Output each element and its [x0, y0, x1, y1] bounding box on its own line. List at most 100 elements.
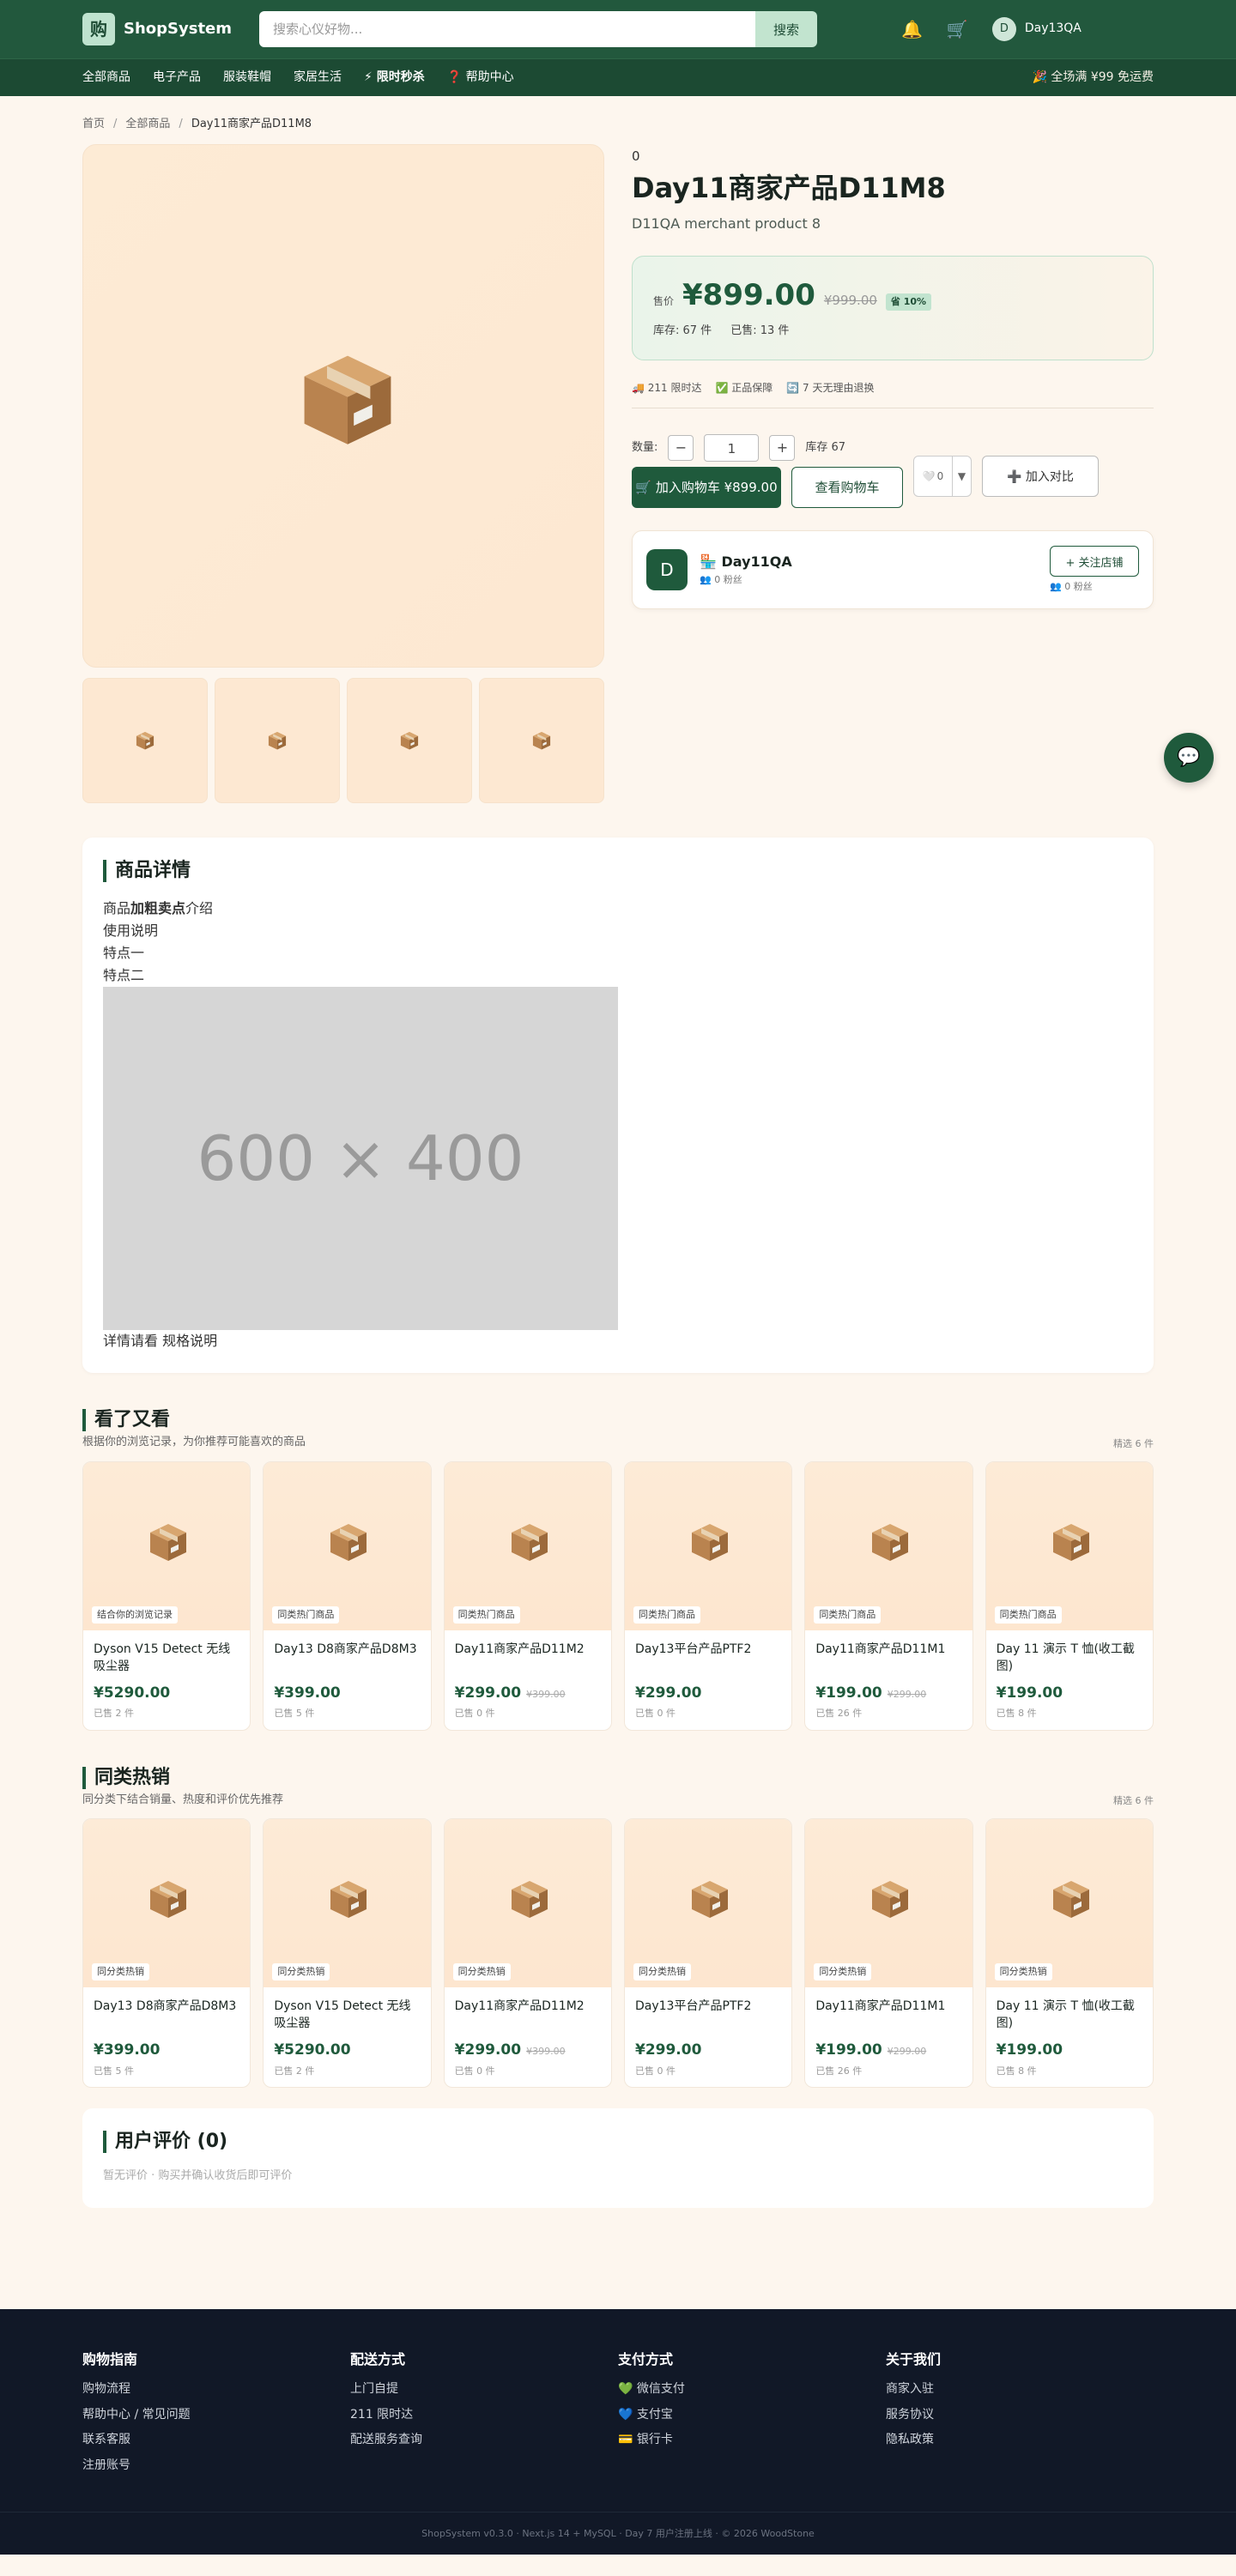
- bell-icon[interactable]: 🔔: [901, 17, 923, 41]
- product-card[interactable]: 同类热门商品 Day11商家产品D11M2 ¥299.00 ¥399.00 已售 0 件: [443, 1460, 612, 1731]
- product-card-price: ¥199.00: [996, 2041, 1063, 2059]
- product-card-image[interactable]: 同类热门商品: [444, 1461, 611, 1630]
- package-icon: [511, 1523, 548, 1561]
- thumbnail[interactable]: [82, 678, 208, 803]
- product-card[interactable]: 同类热门商品 Day 11 演示 T 恤(收工截图) ¥199.00 已售 8 件: [985, 1460, 1154, 1731]
- product-card-name[interactable]: Day13平台产品PTF2: [635, 1998, 781, 2032]
- footer-link[interactable]: 隐私政策: [886, 2432, 1154, 2449]
- product-card-image[interactable]: 同分类热销: [264, 1818, 431, 1987]
- product-card-image[interactable]: 同分类热销: [83, 1818, 251, 1987]
- product-card-image[interactable]: 同分类热销: [805, 1818, 972, 1987]
- nav-item-flash-sale[interactable]: ⚡ 限时秒杀: [364, 70, 425, 87]
- product-card-name[interactable]: Day13平台产品PTF2: [635, 1641, 781, 1675]
- package-icon: [872, 1880, 909, 1918]
- thumbnail[interactable]: [215, 678, 340, 803]
- product-card[interactable]: 同分类热销 Dyson V15 Detect 无线吸尘器 ¥5290.00 已售 2 …: [263, 1817, 432, 2088]
- cart-icon[interactable]: 🛒: [947, 17, 968, 41]
- product-card-name[interactable]: Dyson V15 Detect 无线吸尘器: [94, 1641, 239, 1675]
- search-input[interactable]: [259, 11, 756, 47]
- product-card-badge: 同类热门商品: [452, 1606, 520, 1624]
- product-card-image[interactable]: 同分类热销: [444, 1818, 611, 1987]
- footer-link[interactable]: 购物流程: [82, 2381, 350, 2398]
- top-header: 购 ShopSystem 搜索 🔔 🛒 D Day13QA 全部商品 电子产品 …: [0, 0, 1236, 96]
- qty-minus-button[interactable]: −: [668, 434, 694, 461]
- nav-item-home[interactable]: 家居生活: [294, 70, 342, 87]
- footer-link[interactable]: 商家入驻: [886, 2381, 1154, 2398]
- breadcrumb-all[interactable]: 全部商品: [125, 118, 170, 130]
- product-card[interactable]: 同分类热销 Day11商家产品D11M1 ¥199.00 ¥299.00 已售 26 件: [804, 1817, 973, 2088]
- product-card-image[interactable]: 同类热门商品: [264, 1461, 431, 1630]
- detail-body: 商品加粗卖点介绍 使用说明 特点一 特点二: [103, 898, 1133, 987]
- product-card-image[interactable]: 同类热门商品: [624, 1461, 792, 1630]
- footer-link[interactable]: 帮助中心 / 常见问题: [82, 2407, 350, 2424]
- package-icon: [304, 355, 391, 444]
- shop-name[interactable]: 🏪 Day11QA: [700, 553, 792, 571]
- product-card[interactable]: 同类热门商品 Day13平台产品PTF2 ¥299.00 已售 0 件: [623, 1460, 793, 1731]
- product-card-badge: 同分类热销: [272, 1963, 330, 1980]
- footer-link[interactable]: 💳 银行卡: [618, 2432, 886, 2449]
- product-card[interactable]: 同分类热销 Day13平台产品PTF2 ¥299.00 已售 0 件: [623, 1817, 793, 2088]
- product-keyword: 0: [632, 148, 640, 164]
- product-card-image[interactable]: 结合你的浏览记录: [83, 1461, 251, 1630]
- product-card[interactable]: 同分类热销 Day11商家产品D11M2 ¥299.00 ¥399.00 已售 0 件: [443, 1817, 612, 2088]
- favorite-button[interactable]: 🤍 0: [913, 455, 953, 497]
- service-tags: 🚚 211 限时达 ✅ 正品保障 🔄 7 天无理由退换: [632, 381, 1154, 396]
- footer-link[interactable]: 211 限时达: [350, 2407, 618, 2424]
- qty-input[interactable]: 1: [704, 433, 760, 462]
- favorite-dropdown-icon[interactable]: ▼: [953, 455, 972, 497]
- product-card-name[interactable]: Day13 D8商家产品D8M3: [94, 1998, 239, 2032]
- product-card-name[interactable]: Day 11 演示 T 恤(收工截图): [997, 1641, 1142, 1675]
- footer-link[interactable]: 联系客服: [82, 2432, 350, 2449]
- product-card-name[interactable]: Day11商家产品D11M1: [815, 1641, 961, 1675]
- product-card-image[interactable]: 同分类热销: [624, 1818, 792, 1987]
- product-card-image[interactable]: 同类热门商品: [985, 1461, 1153, 1630]
- chat-button[interactable]: 💬: [1164, 733, 1214, 783]
- add-to-cart-button[interactable]: 🛒 加入购物车 ¥899.00: [632, 466, 781, 508]
- product-card-old-price: ¥299.00: [887, 2045, 927, 2057]
- product-card[interactable]: 结合你的浏览记录 Dyson V15 Detect 无线吸尘器 ¥5290.00 已售…: [82, 1460, 251, 1731]
- tag-delivery: 🚚 211 限时达: [632, 382, 702, 395]
- follow-shop-button[interactable]: + 关注店铺: [1050, 546, 1139, 577]
- main-image[interactable]: [82, 144, 604, 668]
- thumbnail[interactable]: [479, 678, 604, 803]
- reviews-title: 用户评价 (0): [103, 2130, 1133, 2153]
- logo[interactable]: 购 ShopSystem: [82, 13, 232, 45]
- search-button[interactable]: 搜索: [755, 11, 818, 47]
- product-card-image[interactable]: 同类热门商品: [805, 1461, 972, 1630]
- nav-item-electronics[interactable]: 电子产品: [153, 70, 201, 87]
- package-icon: [691, 1523, 728, 1561]
- footer-link[interactable]: 配送服务查询: [350, 2432, 618, 2449]
- product-card-name[interactable]: Day11商家产品D11M2: [455, 1998, 601, 2032]
- nav-item-clothing[interactable]: 服装鞋帽: [223, 70, 271, 87]
- user-name: Day13QA: [1024, 21, 1082, 36]
- footer-link[interactable]: 💙 支付宝: [618, 2407, 886, 2424]
- view-cart-button[interactable]: 查看购物车: [791, 466, 903, 508]
- footer-link[interactable]: 注册账号: [82, 2458, 350, 2475]
- product-title: Day11商家产品D11M8: [632, 172, 946, 204]
- qty-plus-button[interactable]: +: [769, 434, 796, 461]
- product-card[interactable]: 同类热门商品 Day13 D8商家产品D8M3 ¥399.00 已售 5 件: [263, 1460, 432, 1731]
- footer-link[interactable]: 上门自提: [350, 2381, 618, 2398]
- product-card-name[interactable]: Day 11 演示 T 恤(收工截图): [997, 1998, 1142, 2032]
- product-card[interactable]: 同分类热销 Day 11 演示 T 恤(收工截图) ¥199.00 已售 8 件: [985, 1817, 1154, 2088]
- product-card-badge: 同类热门商品: [272, 1606, 340, 1624]
- user-menu[interactable]: D Day13QA: [991, 17, 1082, 41]
- nav-item-help[interactable]: ❓ 帮助中心: [447, 70, 514, 87]
- thumbnail[interactable]: [347, 678, 472, 803]
- product-card-price: ¥199.00: [996, 1684, 1063, 1702]
- shop-avatar[interactable]: D: [646, 548, 688, 590]
- product-card[interactable]: 同类热门商品 Day11商家产品D11M1 ¥199.00 ¥299.00 已售 26 …: [804, 1460, 973, 1731]
- product-card-badge: 结合你的浏览记录: [92, 1606, 178, 1624]
- product-card-name[interactable]: Day11商家产品D11M2: [455, 1641, 601, 1675]
- product-card-image[interactable]: 同分类热销: [985, 1818, 1153, 1987]
- product-card-sold: 已售 0 件: [634, 1708, 676, 1720]
- nav-item-all[interactable]: 全部商品: [82, 70, 130, 87]
- footer-link[interactable]: 服务协议: [886, 2407, 1154, 2424]
- product-card-name[interactable]: Day13 D8商家产品D8M3: [274, 1641, 420, 1675]
- add-compare-button[interactable]: ➕ 加入对比: [982, 455, 1099, 497]
- product-card[interactable]: 同分类热销 Day13 D8商家产品D8M3 ¥399.00 已售 5 件: [82, 1817, 251, 2088]
- breadcrumb-home[interactable]: 首页: [82, 118, 105, 130]
- footer-link[interactable]: 💚 微信支付: [618, 2381, 886, 2398]
- product-card-name[interactable]: Dyson V15 Detect 无线吸尘器: [274, 1998, 420, 2032]
- product-card-name[interactable]: Day11商家产品D11M1: [815, 1998, 961, 2032]
